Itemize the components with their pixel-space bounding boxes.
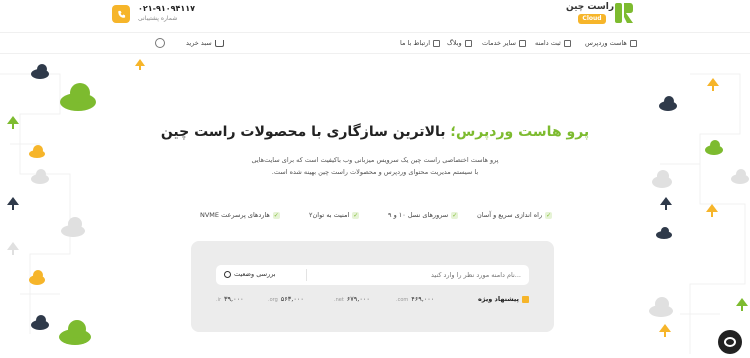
chat-button[interactable]: [718, 330, 742, 354]
feature-list: ✓ راه اندازی سریع و آسان ✓ سرورهای نسل ۱…: [0, 211, 750, 223]
price-value: ۴۶۹,۰۰۰: [411, 295, 435, 303]
domain-search-bar: بررسی وضعیت: [216, 265, 529, 285]
tree-icon: [736, 298, 748, 311]
price-tld: .net: [334, 297, 344, 303]
hero-title: پرو هاست وردپرس؛ بالاترین سازگاری با محص…: [0, 124, 750, 140]
chat-icon: [724, 337, 736, 347]
logo-text: راست چین: [566, 2, 615, 12]
nav-item-domain[interactable]: ثبت دامنه: [535, 39, 571, 47]
offer-badge-icon: [522, 295, 529, 303]
feature-item: ✓ امنیت به توان۲: [309, 211, 360, 219]
check-status-button[interactable]: بررسی وضعیت: [224, 270, 276, 278]
tree-icon: [660, 197, 672, 210]
nav-item-label: ثبت دامنه: [535, 39, 561, 47]
check-status-label: بررسی وضعیت: [234, 270, 276, 278]
price-value: ۶۷۹,۰۰۰: [346, 295, 370, 303]
cloud-icon: [31, 64, 49, 79]
user-icon[interactable]: [155, 38, 165, 48]
hero-description-line: پرو هاست اختصاصی راست چین یک سرویس میزبا…: [251, 156, 499, 164]
feature-label: راه اندازی سریع و آسان: [477, 211, 543, 219]
check-icon: ✓: [451, 211, 459, 219]
main-nav: سبد خرید ارتباط با ما وبلاگ سایر خدمات ث…: [0, 32, 750, 54]
cloud-icon: [705, 140, 723, 155]
nav-item-services[interactable]: سایر خدمات: [482, 39, 526, 47]
cart-label: سبد خرید: [186, 39, 212, 47]
cloud-icon: [29, 270, 45, 285]
feature-label: امنیت به توان۲: [309, 211, 350, 219]
cloud-icon: [29, 145, 45, 158]
logo-mark-icon: [615, 3, 633, 23]
logo-badge: Cloud: [578, 14, 606, 24]
feature-item: ✓ سرورهای نسل ۱۰ و ۹: [388, 211, 459, 219]
top-bar: ۰۲۱-۹۱۰۹۴۱۱۷ شماره پشتیبانی راست چین Clo…: [0, 0, 750, 28]
cloud-icon: [31, 169, 49, 184]
domain-price-com[interactable]: .com ۴۶۹,۰۰۰: [396, 295, 434, 303]
special-offer-label: پیشنهاد ویژه: [478, 295, 529, 303]
cloud-icon: [31, 315, 49, 330]
cloud-icon: [652, 170, 672, 188]
hero-description: پرو هاست اختصاصی راست چین یک سرویس میزبا…: [220, 154, 530, 178]
cloud-icon: [656, 227, 672, 239]
feature-item: ✓ هاردهای پرسرعت NVME: [200, 211, 280, 219]
domain-search-panel: بررسی وضعیت پیشنهاد ویژه .com ۴۶۹,۰۰۰ .n…: [191, 241, 554, 332]
feature-item: ✓ راه اندازی سریع و آسان: [477, 211, 553, 219]
special-offer-text: پیشنهاد ویژه: [477, 295, 519, 303]
cart-button[interactable]: سبد خرید: [186, 39, 224, 47]
nav-item-blog[interactable]: وبلاگ: [447, 39, 472, 47]
hero-description-line: با سیستم مدیریت محتوای وردپرس و محصولات …: [271, 168, 479, 176]
cloud-icon: [649, 297, 673, 317]
search-icon: [224, 270, 231, 278]
blog-icon: [464, 39, 472, 47]
divider: [306, 269, 307, 281]
tree-icon: [7, 242, 19, 255]
tree-icon: [659, 324, 671, 337]
nav-item-label: وبلاگ: [447, 39, 462, 47]
cart-icon: [214, 39, 224, 47]
support-phone-number[interactable]: ۰۲۱-۹۱۰۹۴۱۱۷: [138, 4, 195, 13]
feature-label: سرورهای نسل ۱۰ و ۹: [388, 211, 449, 219]
cloud-icon: [731, 169, 749, 184]
price-tld: .com: [396, 297, 409, 303]
price-value: ۵۶۳,۰۰۰: [280, 295, 304, 303]
check-icon: ✓: [272, 211, 280, 219]
nav-item-label: سایر خدمات: [482, 39, 516, 47]
special-offers: پیشنهاد ویژه .com ۴۶۹,۰۰۰ .net ۶۷۹,۰۰۰ .…: [216, 295, 529, 305]
check-icon: ✓: [352, 211, 360, 219]
nav-item-label: هاست وردپرس: [585, 39, 627, 47]
phone-icon: [117, 10, 125, 18]
server-icon: [629, 39, 637, 47]
price-tld: .org: [268, 297, 278, 303]
cloud-icon: [659, 96, 677, 111]
domain-search-input[interactable]: [316, 268, 521, 282]
site-logo[interactable]: راست چین Cloud: [566, 2, 636, 24]
tree-icon: [707, 78, 719, 91]
phone-icon: [433, 39, 441, 47]
price-tld: .ir: [216, 297, 222, 303]
feature-label: هاردهای پرسرعت NVME: [200, 211, 270, 219]
support-phone-caption: شماره پشتیبانی: [138, 15, 178, 22]
hero-title-accent: پرو هاست وردپرس؛: [450, 124, 590, 140]
tree-icon: [7, 197, 19, 210]
grid-icon: [518, 39, 526, 47]
phone-button[interactable]: [112, 5, 130, 23]
domain-price-net[interactable]: .net ۶۷۹,۰۰۰: [334, 295, 370, 303]
tree-icon: [135, 59, 145, 70]
nav-item-contact[interactable]: ارتباط با ما: [400, 39, 441, 47]
check-icon: ✓: [545, 211, 553, 219]
cloud-icon: [59, 320, 91, 345]
price-value: ۳۹,۰۰۰: [224, 295, 244, 303]
hero-title-rest: بالاترین سازگاری با محصولات راست چین: [160, 124, 451, 140]
nav-item-wordpress-host[interactable]: هاست وردپرس: [585, 39, 637, 47]
cloud-icon: [60, 83, 96, 111]
nav-item-label: ارتباط با ما: [400, 39, 431, 47]
domain-price-org[interactable]: .org ۵۶۳,۰۰۰: [268, 295, 304, 303]
domain-price-ir[interactable]: .ir ۳۹,۰۰۰: [216, 295, 244, 303]
globe-icon: [563, 39, 571, 47]
